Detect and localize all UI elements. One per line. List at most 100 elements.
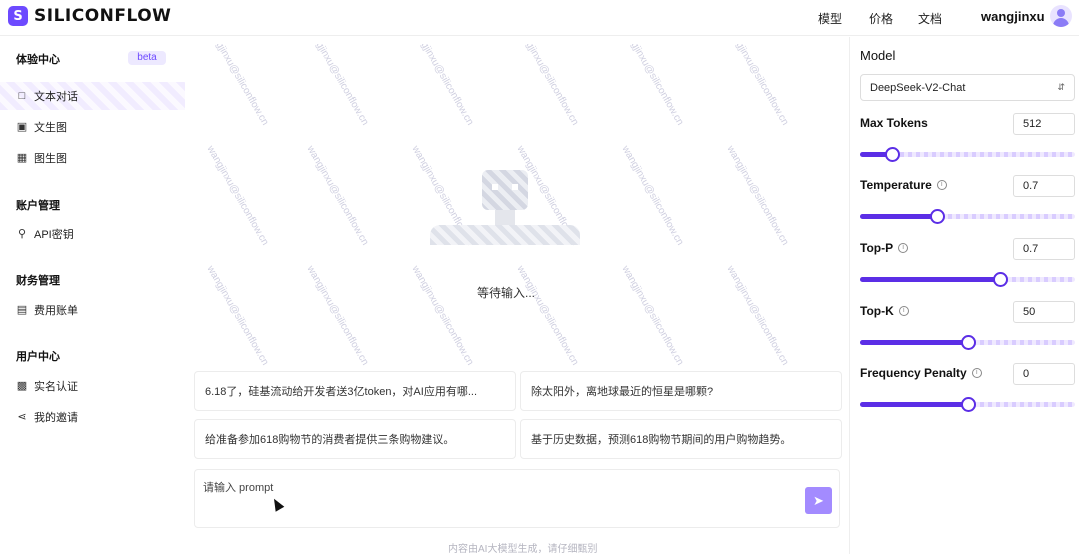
avatar-body — [1053, 18, 1069, 27]
slider-fill — [860, 340, 968, 345]
chat-icon: □ — [18, 90, 26, 102]
watermark-text: wangjinxu@siliconflow.cn — [409, 264, 476, 366]
nav-pricing[interactable]: 价格 — [869, 10, 893, 27]
param-value-input[interactable]: 0.7 — [1013, 238, 1075, 260]
watermark-text: wangjinxu@siliconflow.cn — [304, 44, 371, 128]
group-title-user: 用户中心 — [16, 351, 60, 363]
param-slider[interactable] — [860, 209, 1075, 224]
param-value-input[interactable]: 0.7 — [1013, 175, 1075, 197]
watermark-text: wangjinxu@siliconflow.cn — [514, 44, 581, 128]
top-header: S SILICONFLOW 模型 价格 文档 wangjinxu — [0, 0, 1079, 36]
empty-state-robot-icon — [430, 170, 580, 270]
watermark-text: wangjinxu@siliconflow.cn — [619, 264, 686, 366]
watermark-text: wangjinxu@siliconflow.cn — [304, 264, 371, 366]
suggestion-card[interactable]: 6.18了，硅基流动给开发者送3亿token，对AI应用有哪... — [194, 371, 516, 411]
slider-thumb[interactable] — [992, 272, 1008, 287]
sidebar-item-label: API密钥 — [34, 229, 74, 241]
model-select[interactable]: DeepSeek-V2-Chat ⇵ — [860, 74, 1075, 101]
avatar-head — [1057, 9, 1065, 17]
robot-head — [482, 170, 528, 210]
sidebar-item-text-chat[interactable]: □ 文本对话 — [0, 82, 185, 110]
avatar[interactable] — [1050, 5, 1072, 27]
watermark-text: wangjinxu@siliconflow.cn — [409, 44, 476, 128]
sidebar-item-label: 我的邀请 — [34, 412, 78, 424]
panel-divider — [849, 37, 850, 554]
param-slider[interactable] — [860, 272, 1075, 287]
sidebar-item-billing[interactable]: ▤ 费用账单 — [0, 296, 185, 324]
param-label-text: Frequency Penalty — [860, 366, 967, 380]
param-slider[interactable] — [860, 335, 1075, 350]
footer-note: 内容由AI大模型生成，请仔细甄别 — [448, 544, 598, 554]
beta-badge: beta — [128, 51, 166, 65]
username[interactable]: wangjinxu — [981, 9, 1045, 24]
sidebar-item-label: 实名认证 — [34, 381, 78, 393]
suggestion-card[interactable]: 除太阳外，离地球最近的恒星是哪颗? — [520, 371, 842, 411]
param-label-text: Top-P — [860, 241, 894, 255]
model-select-value: DeepSeek-V2-Chat — [870, 81, 966, 94]
slider-fill — [860, 402, 968, 407]
slider-thumb[interactable] — [960, 397, 976, 412]
slider-thumb[interactable] — [930, 209, 946, 224]
param-label-text: Max Tokens — [860, 116, 928, 130]
param-label: Max Tokens — [860, 116, 928, 130]
sidebar-item-label: 文本对话 — [34, 91, 78, 103]
bill-icon: ▤ — [16, 304, 28, 316]
param-label: Temperature i — [860, 178, 947, 192]
chevron-updown-icon: ⇵ — [1057, 82, 1065, 92]
siliconflow-logo-icon: S — [8, 6, 28, 26]
logo-text: SILICONFLOW — [34, 6, 172, 26]
watermark-text: wangjinxu@siliconflow.cn — [204, 264, 271, 366]
slider-thumb[interactable] — [885, 147, 901, 162]
prompt-box: ➤ — [194, 469, 840, 528]
param-label-text: Temperature — [860, 178, 932, 192]
suggestion-card[interactable]: 基于历史数据，预测618购物节期间的用户购物趋势。 — [520, 419, 842, 459]
sidebar-item-label: 文生图 — [34, 122, 67, 134]
model-label: Model — [860, 48, 896, 63]
param-label: Top-P i — [860, 241, 909, 255]
empty-state-text: 等待输入... — [477, 286, 536, 300]
images-icon: ▦ — [16, 152, 28, 164]
send-icon: ➤ — [813, 492, 824, 508]
sidebar-item-label: 费用账单 — [34, 305, 78, 317]
watermark-text: wangjinxu@siliconflow.cn — [619, 144, 686, 248]
key-icon: ⚲ — [17, 228, 27, 240]
share-icon: ⋖ — [17, 411, 27, 423]
group-title-account: 账户管理 — [16, 200, 60, 212]
sidebar-item-image-to-image[interactable]: ▦ 图生图 — [0, 144, 185, 172]
sidebar-item-label: 图生图 — [34, 153, 67, 165]
watermark-text: wangjinxu@siliconflow.cn — [204, 144, 271, 248]
watermark-text: wangjinxu@siliconflow.cn — [304, 144, 371, 248]
sidebar-item-invitations[interactable]: ⋖ 我的邀请 — [0, 403, 185, 431]
sidebar-item-real-name[interactable]: ▩ 实名认证 — [0, 372, 185, 400]
param-value-input[interactable]: 0 — [1013, 363, 1075, 385]
nav-models[interactable]: 模型 — [818, 10, 842, 27]
robot-neck — [495, 210, 515, 226]
prompt-input[interactable] — [203, 478, 783, 498]
info-icon[interactable]: i — [898, 243, 909, 253]
param-value-input[interactable]: 50 — [1013, 301, 1075, 323]
param-slider[interactable] — [860, 147, 1075, 162]
slider-thumb[interactable] — [960, 335, 976, 350]
info-icon[interactable]: i — [936, 180, 947, 190]
group-title-finance: 财务管理 — [16, 275, 60, 287]
param-label-text: Top-K — [860, 304, 894, 318]
sidebar-item-text-to-image[interactable]: ▣ 文生图 — [0, 113, 185, 141]
suggestion-card[interactable]: 给准备参加618购物节的消费者提供三条购物建议。 — [194, 419, 516, 459]
watermark-text: wangjinxu@siliconflow.cn — [619, 44, 686, 128]
watermark-text: wangjinxu@siliconflow.cn — [514, 264, 581, 366]
logo[interactable]: S SILICONFLOW — [8, 6, 171, 26]
sidebar-item-api-key[interactable]: ⚲ API密钥 — [0, 220, 185, 248]
watermark-text: wangjinxu@siliconflow.cn — [724, 44, 791, 128]
watermark-text: wangjinxu@siliconflow.cn — [724, 264, 791, 366]
param-label: Top-K i — [860, 304, 909, 318]
image-icon: ▣ — [16, 121, 28, 133]
id-card-icon: ▩ — [16, 380, 28, 392]
info-icon[interactable]: i — [971, 368, 982, 378]
group-title-experience: 体验中心 — [16, 54, 60, 66]
info-icon[interactable]: i — [898, 306, 909, 316]
nav-docs[interactable]: 文档 — [918, 10, 942, 27]
param-value-input[interactable]: 512 — [1013, 113, 1075, 135]
slider-fill — [860, 214, 938, 219]
param-slider[interactable] — [860, 397, 1075, 412]
send-button[interactable]: ➤ — [805, 487, 832, 514]
